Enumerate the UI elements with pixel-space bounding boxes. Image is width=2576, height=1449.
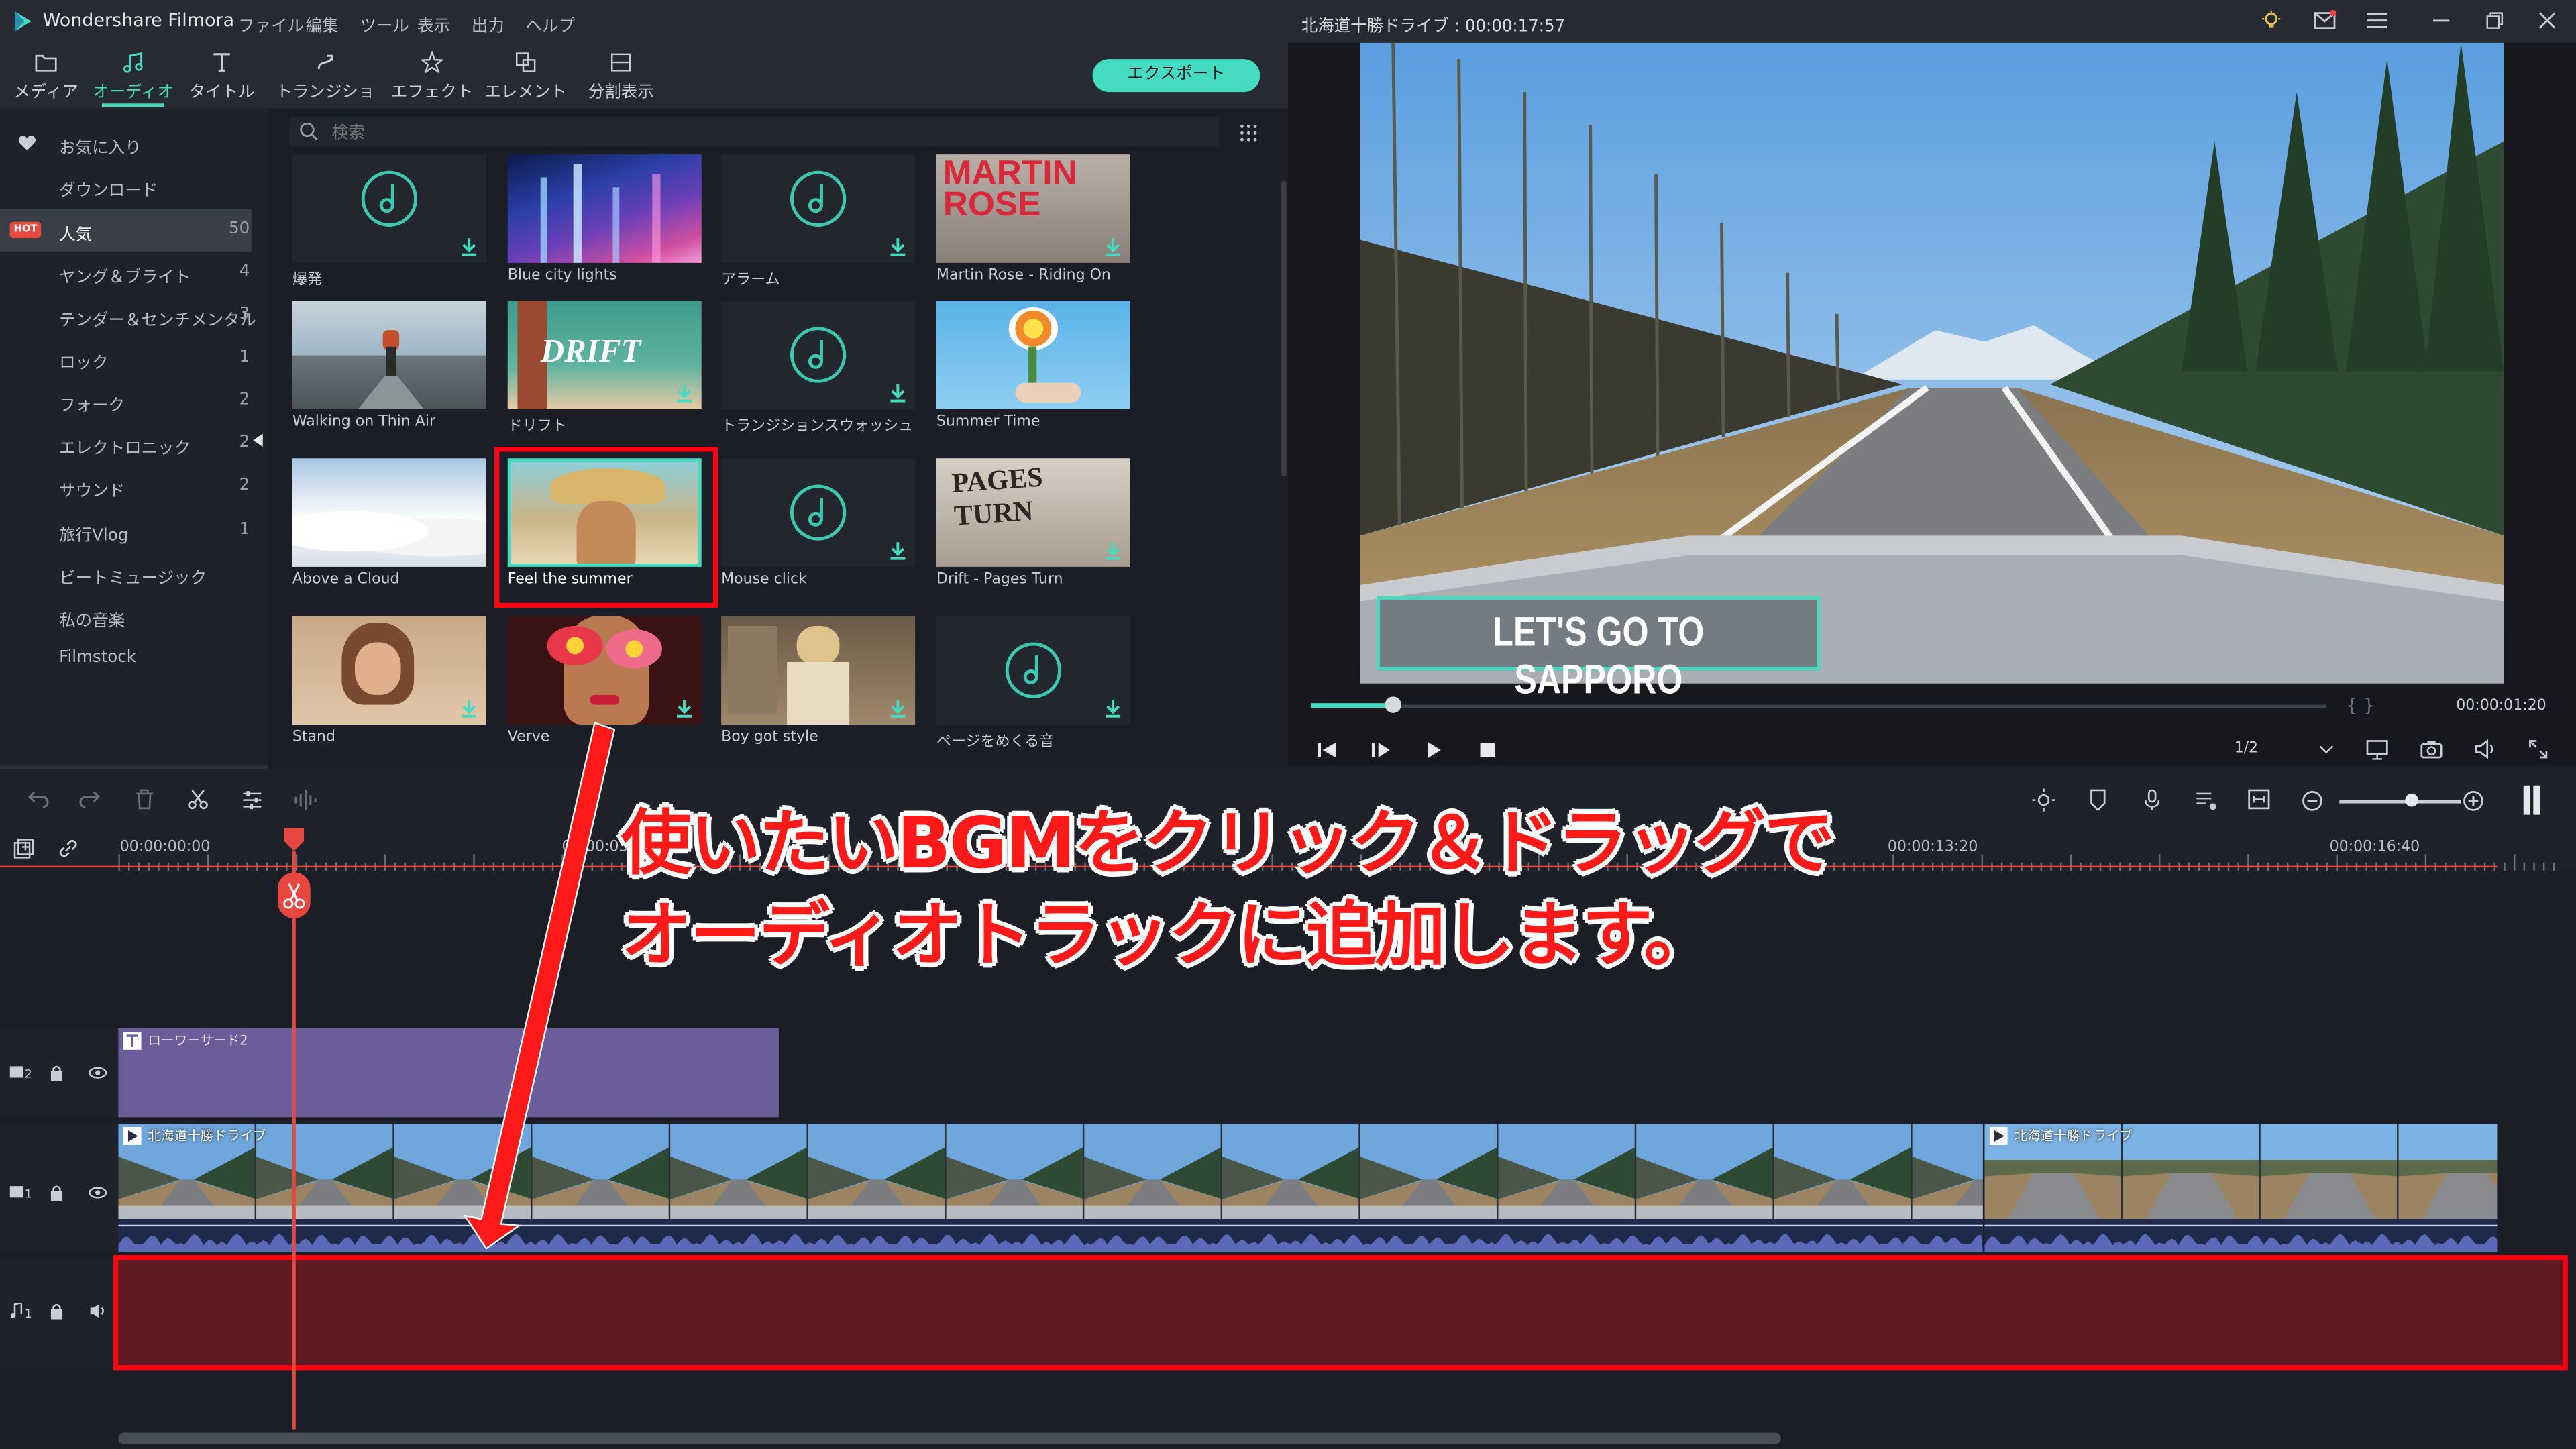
instruction-annotation: 使いたいBGMをクリック＆ドラッグで オーディオトラックに追加します。 xyxy=(621,798,1870,982)
drag-arrow-annotation xyxy=(463,721,616,1250)
annotation-line-1: 使いたいBGMをクリック＆ドラッグで xyxy=(621,803,1835,886)
annotation-line-2: オーディオトラックに追加します。 xyxy=(621,895,1715,978)
filmora-window: Wondershare Filmora ファイル 編集 ツール 表示 出力 ヘル… xyxy=(0,0,2576,1449)
